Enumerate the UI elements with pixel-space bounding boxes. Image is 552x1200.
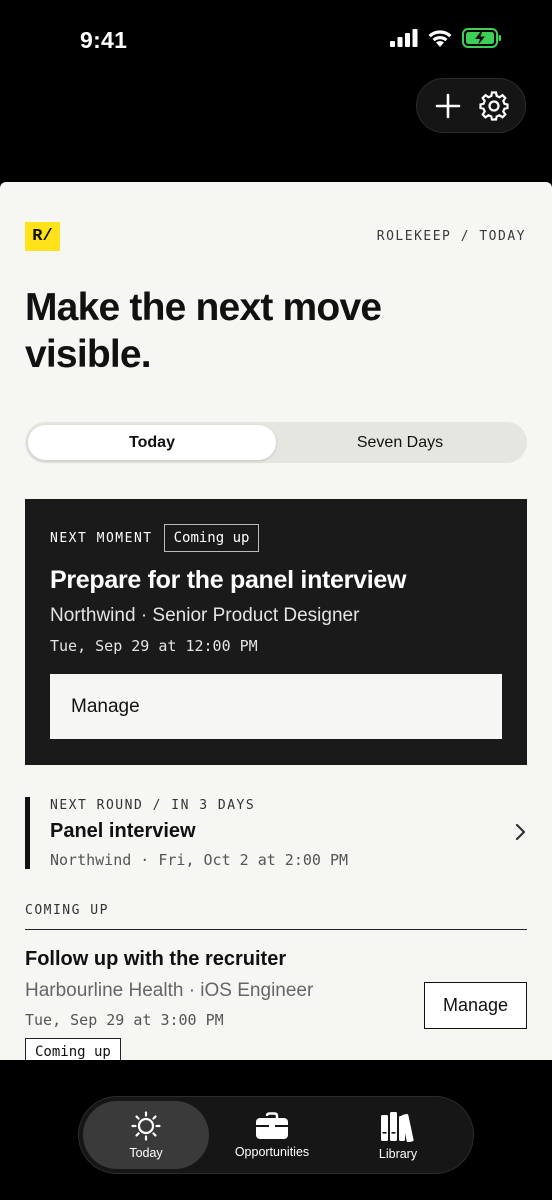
segment-today[interactable]: Today [28, 425, 276, 460]
tab-label: Today [129, 1145, 163, 1160]
view-segmented-control: Today Seven Days [25, 422, 527, 463]
status-bar: 9:41 [0, 0, 552, 80]
tab-opportunities[interactable]: Opportunities [209, 1101, 335, 1169]
breadcrumb: ROLEKEEP / TODAY [376, 229, 526, 244]
segment-seven-days[interactable]: Seven Days [276, 425, 524, 460]
plus-icon [435, 93, 461, 118]
next-moment-subtitle: Northwind · Senior Product Designer [50, 605, 360, 626]
tab-label: Library [378, 1146, 418, 1161]
manage-button[interactable]: Manage [424, 982, 527, 1029]
status-time: 9:41 [80, 27, 128, 53]
next-round-row[interactable]: NEXT ROUND / IN 3 DAYS Panel interview N… [25, 797, 527, 869]
add-button[interactable] [428, 86, 468, 126]
task-title: Follow up with the recruiter [25, 948, 287, 970]
next-round-meta: Northwind · Fri, Oct 2 at 2:00 PM [50, 851, 349, 869]
next-round-label: NEXT ROUND / IN 3 DAYS [50, 798, 256, 813]
tab-bar: Today Opportunities Library [78, 1096, 474, 1174]
next-moment-label: NEXT MOMENT [50, 530, 153, 546]
page-title: Make the next move visible. [25, 286, 382, 376]
top-actions [416, 78, 526, 133]
brand-logo: R/ [25, 222, 60, 251]
list-item: Follow up with the recruiter Harbourline… [25, 948, 527, 1060]
next-moment-card: NEXT MOMENT Coming up Prepare for the pa… [25, 499, 527, 765]
wifi-icon [428, 29, 452, 47]
status-badge: Coming up [163, 524, 260, 552]
tab-label: Opportunities [234, 1144, 310, 1159]
next-moment-time: Tue, Sep 29 at 12:00 PM [50, 637, 258, 655]
status-badge: Coming up [25, 1038, 121, 1060]
manage-button[interactable]: Manage [50, 674, 502, 739]
chevron-right-icon [515, 823, 526, 841]
briefcase-icon [256, 1111, 288, 1139]
sun-icon [131, 1110, 161, 1141]
signal-icon [390, 29, 418, 47]
content-sheet: R/ ROLEKEEP / TODAY Make the next move v… [0, 182, 552, 1060]
battery-charging-icon [462, 28, 501, 48]
gear-icon [479, 90, 509, 121]
coming-up-heading: COMING UP [25, 903, 109, 918]
next-round-title: Panel interview [50, 820, 196, 842]
tab-today[interactable]: Today [83, 1101, 209, 1169]
next-moment-title: Prepare for the panel interview [50, 566, 407, 594]
settings-button[interactable] [474, 86, 514, 126]
tab-library[interactable]: Library [335, 1101, 461, 1169]
divider [25, 929, 527, 930]
books-icon [381, 1111, 414, 1142]
status-icons [390, 28, 502, 48]
